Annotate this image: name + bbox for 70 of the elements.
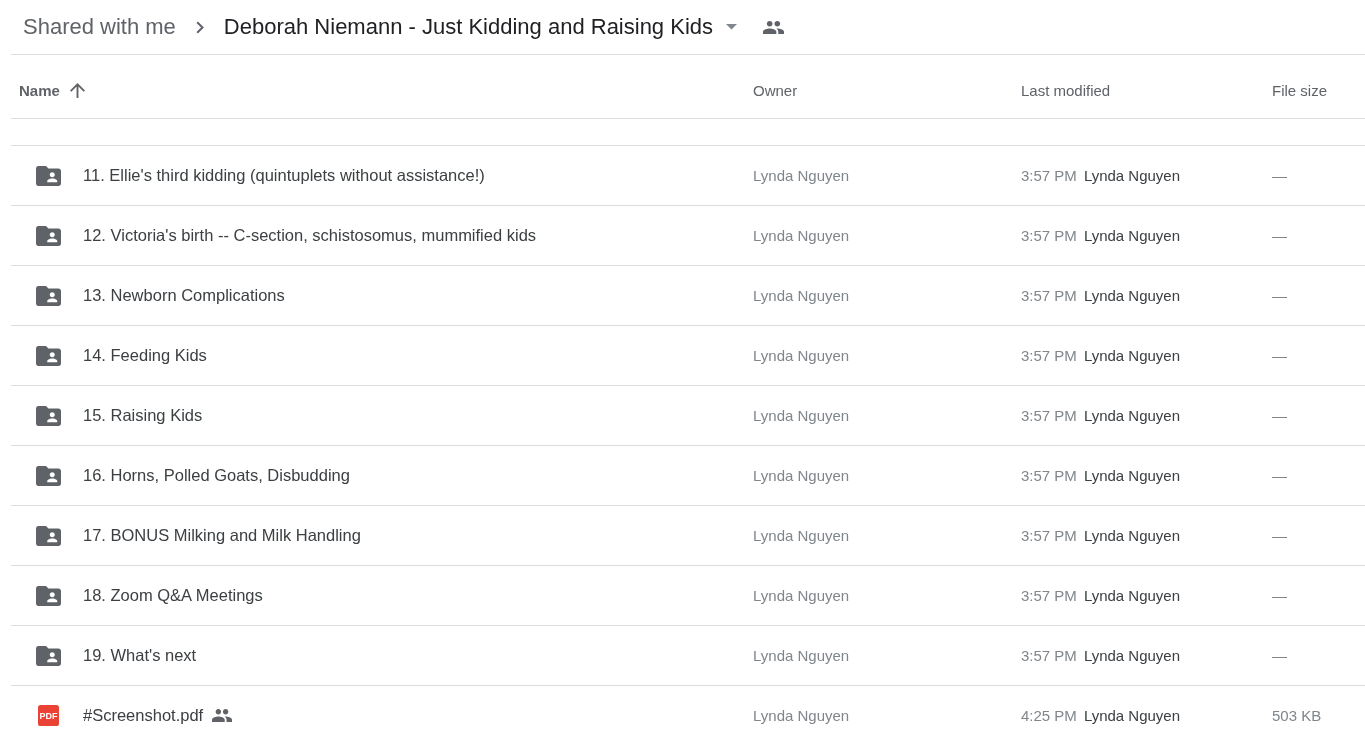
file-name[interactable]: 13. Newborn Complications (83, 286, 285, 305)
file-name[interactable]: 12. Victoria's birth -- C-section, schistosomus, mummified kids (83, 226, 537, 245)
chevron-right-icon (195, 20, 204, 34)
breadcrumb-link[interactable]: Shared with me (23, 14, 176, 40)
modified-time: 3:57 PM (1021, 287, 1077, 304)
people-icon[interactable] (763, 20, 784, 34)
modified-by-name: Lynda Nguyen (1083, 467, 1181, 484)
shared-folder-icon (36, 165, 61, 186)
modified-by-name: Lynda Nguyen (1083, 227, 1181, 244)
modified-time: 3:57 PM (1021, 227, 1077, 244)
caret-icon (726, 24, 737, 30)
file-size: — (1272, 647, 1287, 664)
owner-name: Lynda Nguyen (753, 647, 850, 664)
modified-by-name: Lynda Nguyen (1083, 527, 1181, 544)
shared-folder-icon (36, 285, 61, 306)
file-name[interactable]: 19. What's next (83, 646, 197, 665)
owner-name: Lynda Nguyen (753, 167, 850, 184)
file-name[interactable]: #Screenshot.pdf (83, 706, 204, 725)
column-header[interactable]: File size (1272, 82, 1327, 99)
column-header[interactable]: Owner (753, 82, 798, 99)
modified-by-name: Lynda Nguyen (1083, 707, 1181, 724)
file-size: — (1272, 587, 1287, 604)
modified-by-name: Lynda Nguyen (1083, 647, 1181, 664)
file-name[interactable]: 14. Feeding Kids (83, 346, 207, 365)
owner-name: Lynda Nguyen (753, 227, 850, 244)
file-size: — (1272, 167, 1287, 184)
file-size: — (1272, 347, 1287, 364)
modified-time: 3:57 PM (1021, 167, 1077, 184)
shared-folder-icon (36, 405, 61, 426)
owner-name: Lynda Nguyen (753, 347, 850, 364)
modified-by-name: Lynda Nguyen (1083, 167, 1181, 184)
modified-by-name: Lynda Nguyen (1083, 347, 1181, 364)
owner-name: Lynda Nguyen (753, 587, 850, 604)
file-size: — (1272, 467, 1287, 484)
sort-arrow-up-icon[interactable] (69, 83, 85, 98)
shared-folder-icon (36, 525, 61, 546)
file-size: — (1272, 407, 1287, 424)
column-header[interactable]: Name (19, 82, 85, 99)
folder-menu-button[interactable]: Deborah Niemann - Just Kidding and Raising Kids (223, 14, 737, 40)
modified-time: 3:57 PM (1021, 467, 1077, 484)
owner-name: Lynda Nguyen (753, 527, 850, 544)
modified-time: 3:57 PM (1021, 347, 1077, 364)
shared-folder-icon (36, 225, 61, 246)
modified-time: 3:57 PM (1021, 587, 1077, 604)
modified-time: 3:57 PM (1021, 527, 1077, 544)
file-name[interactable]: 11. Ellie's third kidding (quintuplets without assistance!) (83, 166, 485, 185)
file-name[interactable]: 17. BONUS Milking and Milk Handling (83, 526, 361, 545)
file-size: — (1272, 527, 1287, 544)
file-size: 503 KB (1272, 707, 1322, 724)
column-header[interactable]: Last modified (1021, 82, 1111, 99)
file-size: — (1272, 287, 1287, 304)
shared-folder-icon (36, 465, 61, 486)
owner-name: Lynda Nguyen (753, 467, 850, 484)
shared-folder-icon (36, 585, 61, 606)
modified-by-name: Lynda Nguyen (1083, 287, 1181, 304)
pdf-file-icon: PDF (38, 705, 59, 726)
shared-folder-icon (36, 345, 61, 366)
owner-name: Lynda Nguyen (753, 707, 850, 724)
owner-name: Lynda Nguyen (753, 287, 850, 304)
modified-time: 4:25 PM (1021, 707, 1077, 724)
file-name[interactable]: 18. Zoom Q&A Meetings (83, 586, 263, 605)
modified-by-name: Lynda Nguyen (1083, 587, 1181, 604)
shared-folder-icon (36, 645, 61, 666)
file-size: — (1272, 227, 1287, 244)
modified-time: 3:57 PM (1021, 647, 1077, 664)
modified-by-name: Lynda Nguyen (1083, 407, 1181, 424)
file-name[interactable]: 16. Horns, Polled Goats, Disbudding (83, 466, 350, 485)
modified-time: 3:57 PM (1021, 407, 1077, 424)
owner-name: Lynda Nguyen (753, 407, 850, 424)
file-name[interactable]: 15. Raising Kids (83, 406, 203, 425)
